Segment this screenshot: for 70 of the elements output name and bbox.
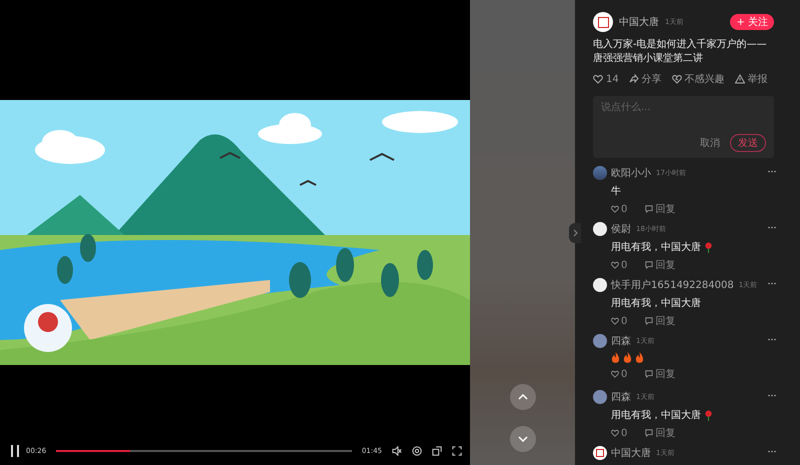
- heart-icon: [611, 429, 619, 437]
- reply-button[interactable]: 回复: [645, 258, 676, 272]
- user-name[interactable]: 四森: [611, 334, 631, 348]
- more-icon[interactable]: [768, 226, 776, 229]
- next-button[interactable]: [510, 426, 536, 452]
- heart-icon: [611, 317, 619, 325]
- previous-button[interactable]: [510, 384, 536, 410]
- user-avatar[interactable]: [593, 222, 607, 236]
- picture-in-picture-icon[interactable]: [432, 446, 442, 456]
- flame-icon: [611, 352, 620, 363]
- post-title: 电入万家-电是如何进入千家万户的——唐强强营销小课堂第二讲: [593, 38, 768, 66]
- user-avatar[interactable]: [593, 278, 607, 292]
- pause-button[interactable]: [10, 445, 20, 457]
- more-icon[interactable]: [768, 170, 776, 173]
- user-avatar[interactable]: [593, 446, 607, 460]
- like-button[interactable]: 0: [611, 258, 628, 272]
- reply-button[interactable]: 回复: [645, 367, 676, 381]
- more-icon[interactable]: [768, 450, 776, 453]
- collapse-button[interactable]: [569, 223, 581, 243]
- comment-text: 牛: [611, 184, 621, 198]
- mute-icon[interactable]: [392, 446, 402, 456]
- cancel-button[interactable]: 取消: [700, 136, 720, 150]
- chevron-up-icon: [518, 394, 528, 400]
- reply-button[interactable]: 回复: [645, 426, 676, 440]
- flame-icon: [635, 352, 644, 363]
- more-icon[interactable]: [768, 282, 776, 285]
- share-button[interactable]: 分享: [628, 72, 662, 86]
- like-button[interactable]: 0: [611, 314, 628, 328]
- channel-logo[interactable]: [593, 12, 613, 32]
- comment-text: 用电有我，中国大唐: [611, 240, 701, 254]
- like-button[interactable]: 0: [611, 426, 628, 440]
- author-name[interactable]: 中国大唐: [619, 15, 659, 29]
- speech-bubble-icon: [645, 370, 654, 378]
- comment-text: 用电有我，中国大唐: [611, 296, 701, 310]
- speech-bubble-icon: [645, 317, 654, 325]
- report-button[interactable]: 举报: [734, 72, 768, 86]
- follow-button[interactable]: + 关注: [730, 14, 774, 30]
- user-name[interactable]: 中国大唐: [611, 446, 651, 460]
- comment-text: 用电有我，中国大唐: [611, 408, 701, 422]
- like-button[interactable]: 14: [593, 72, 619, 86]
- speech-bubble-icon: [645, 261, 654, 269]
- user-name[interactable]: 四森: [611, 390, 631, 404]
- broken-heart-icon: [672, 74, 682, 84]
- heart-icon: [611, 370, 619, 378]
- reply-button[interactable]: 回复: [645, 202, 676, 216]
- heart-icon: [593, 74, 603, 84]
- share-icon: [628, 74, 639, 84]
- heart-icon: [611, 205, 619, 213]
- fullscreen-icon[interactable]: [452, 446, 462, 456]
- settings-icon[interactable]: [412, 446, 422, 456]
- user-name[interactable]: 侯尉: [611, 222, 631, 236]
- rose-icon: [704, 410, 713, 420]
- heart-icon: [611, 261, 619, 269]
- send-button[interactable]: 发送: [730, 134, 766, 152]
- user-name[interactable]: 快手用户1651492284008: [611, 278, 734, 292]
- speech-bubble-icon: [645, 205, 654, 213]
- like-button[interactable]: 0: [611, 367, 628, 381]
- chevron-right-icon: [572, 229, 578, 237]
- user-name[interactable]: 欧阳小小: [611, 166, 651, 180]
- like-button[interactable]: 0: [611, 202, 628, 216]
- more-icon[interactable]: [768, 394, 776, 397]
- more-icon[interactable]: [768, 338, 776, 341]
- flame-icon: [623, 352, 632, 363]
- comment-box[interactable]: 说点什么... 取消 发送: [593, 96, 774, 158]
- dislike-button[interactable]: 不感兴趣: [672, 72, 725, 86]
- rose-icon: [704, 242, 713, 252]
- warning-icon: [734, 74, 745, 84]
- speech-bubble-icon: [645, 429, 654, 437]
- chevron-down-icon: [518, 436, 528, 442]
- reply-button[interactable]: 回复: [645, 314, 676, 328]
